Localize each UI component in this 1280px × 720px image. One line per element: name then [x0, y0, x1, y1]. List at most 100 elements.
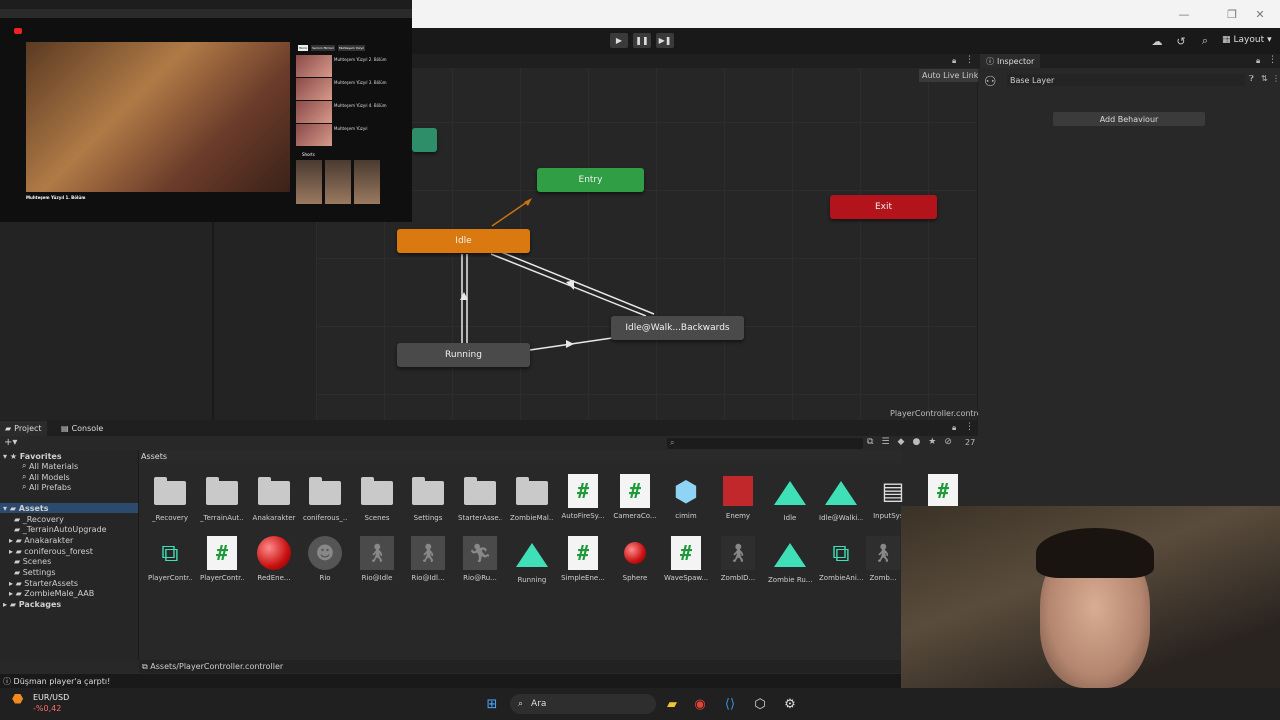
video-thumbnail[interactable]	[296, 124, 332, 146]
layer-name-field[interactable]: Base Layer	[1007, 74, 1245, 86]
tree-item[interactable]: ▸ ▰ coniferous_forest	[9, 546, 93, 556]
asset-item[interactable]: Anakarakter	[252, 476, 296, 522]
short-thumbnail[interactable]	[354, 160, 380, 204]
tree-item[interactable]: ▸ ▰ StarterAssets	[9, 578, 78, 588]
taskbar-search[interactable]: ⌕ Ara	[510, 694, 656, 714]
asset-item[interactable]: # AutoFireSy...	[561, 474, 605, 520]
assets-breadcrumb[interactable]: Assets	[139, 450, 901, 463]
help-icon[interactable]: ❓︎	[1249, 74, 1254, 84]
more-menu-icon[interactable]: ⋮	[965, 422, 974, 432]
history-icon[interactable]: ↺	[1172, 33, 1190, 49]
short-thumbnail[interactable]	[296, 160, 322, 204]
video-thumbnail[interactable]	[296, 101, 332, 123]
windows-start-icon[interactable]: ⊞	[482, 694, 502, 714]
tree-item[interactable]: ⌕ All Materials	[22, 461, 78, 471]
asset-item[interactable]: Running	[510, 538, 554, 584]
project-search-input[interactable]: ⌕	[667, 438, 863, 449]
panel-divider[interactable]	[212, 222, 214, 420]
asset-item[interactable]: Scenes	[355, 476, 399, 522]
video-player[interactable]	[26, 42, 290, 192]
asset-item[interactable]: RedEne...	[252, 536, 296, 582]
cloud-icon[interactable]: ☁	[1148, 33, 1166, 49]
tree-item[interactable]: ⌕ All Models	[22, 472, 70, 482]
video-item-title[interactable]: Muhteşem Yüzyıl 3. Bölüm	[334, 80, 387, 85]
add-behaviour-button[interactable]: Add Behaviour	[1053, 112, 1205, 126]
video-item-title[interactable]: Muhteşem Yüzyıl	[334, 126, 367, 131]
close-button[interactable]: ✕	[1240, 0, 1280, 28]
tree-item[interactable]: ▰ Settings	[14, 567, 56, 577]
tree-favorites[interactable]: ▾ ★ Favorites	[3, 451, 62, 461]
tree-item[interactable]: ▰ _Recovery	[14, 514, 64, 524]
asset-item[interactable]: ☻ Rio	[303, 536, 347, 582]
asset-item[interactable]: 🚶︎ Rio@Idle	[355, 536, 399, 582]
browser-tabs[interactable]	[0, 0, 412, 9]
play-button[interactable]: ▶	[610, 33, 628, 48]
asset-item[interactable]: 🏃︎ Rio@Ru...	[458, 536, 502, 582]
asset-item[interactable]: ⬢ cimim	[664, 474, 708, 521]
video-thumbnail[interactable]	[296, 55, 332, 77]
asset-item[interactable]: 🚶︎ Zomb...	[866, 536, 900, 582]
asset-item[interactable]: 🚶︎ ZombID...	[716, 536, 760, 582]
tree-assets[interactable]: ▾ ▰ Assets	[0, 503, 138, 513]
unity-icon[interactable]: ⚙	[780, 694, 800, 714]
asset-item[interactable]: ZombieMal...	[510, 476, 554, 522]
asset-item[interactable]: Settings	[406, 476, 450, 522]
search-icon[interactable]: ⌕	[1196, 33, 1214, 49]
asset-item[interactable]: ⧉ PlayerContr...	[148, 536, 192, 582]
short-thumbnail[interactable]	[325, 160, 351, 204]
layout-dropdown[interactable]: ▦ Layout ▾	[1222, 35, 1272, 45]
state-exit[interactable]: Exit	[830, 195, 937, 219]
browser-address-bar[interactable]	[0, 9, 412, 18]
state-node-teal[interactable]	[412, 128, 437, 152]
pause-button[interactable]: ❚❚	[633, 33, 651, 48]
file-explorer-icon[interactable]: ▰	[662, 694, 682, 714]
asset-item[interactable]: # WaveSpaw...	[664, 536, 708, 582]
state-idle[interactable]: Idle	[397, 229, 530, 253]
filter-icon[interactable]: ☰	[881, 437, 889, 447]
more-menu-icon[interactable]: ⋮	[1268, 55, 1277, 65]
tab-inspector[interactable]: ⓘ Inspector	[980, 54, 1041, 68]
chip[interactable]: Serinin filmleri	[311, 45, 335, 51]
label-icon[interactable]: ◆	[898, 437, 905, 447]
asset-item[interactable]: Idle@Walki...	[819, 476, 863, 522]
tree-item[interactable]: ▸ ▰ Anakarakter	[9, 535, 73, 545]
asset-item[interactable]: Zombie Ru...	[768, 538, 812, 584]
search-by-type-icon[interactable]: ⧉	[867, 437, 873, 447]
ticker-name[interactable]: EUR/USD	[33, 693, 69, 702]
video-thumbnail[interactable]	[296, 78, 332, 100]
minimize-button[interactable]: —	[1164, 0, 1204, 28]
asset-item[interactable]: 🚶︎ Rio@Idl...	[406, 536, 450, 582]
asset-item[interactable]: Sphere	[613, 536, 657, 582]
state-running[interactable]: Running	[397, 343, 530, 367]
asset-item[interactable]: ⧉ ZombieAni...	[819, 536, 863, 582]
panel-divider[interactable]	[138, 450, 139, 660]
vscode-icon[interactable]: ⟨⟩	[720, 694, 740, 714]
asset-item[interactable]: _TerrainAut...	[200, 476, 244, 522]
tree-item[interactable]: ⌕ All Prefabs	[22, 482, 71, 492]
asset-item[interactable]: Idle	[768, 476, 812, 522]
asset-item[interactable]: # CameraCo...	[613, 474, 657, 520]
preset-icon[interactable]: ⇅	[1261, 74, 1268, 83]
tab-project[interactable]: ▰ Project	[0, 421, 47, 436]
step-button[interactable]: ▶❚	[656, 33, 674, 48]
unity-hub-icon[interactable]: ⬡	[750, 694, 770, 714]
asset-item[interactable]: coniferous_...	[303, 476, 347, 522]
favorite-icon[interactable]: ★	[928, 437, 936, 447]
lock-icon[interactable]: 🔒︎	[1256, 56, 1260, 66]
tree-item[interactable]: ▸ ▰ ZombieMale_AAB	[9, 588, 94, 598]
video-item-title[interactable]: Muhteşem Yüzyıl 4. Bölüm	[334, 103, 387, 108]
tree-item[interactable]: ▰ Scenes	[14, 556, 51, 566]
chip[interactable]: Muhteşem Yüzyıl	[337, 45, 366, 51]
asset-item[interactable]: _Recovery	[148, 476, 192, 522]
asset-item[interactable]: StarterAsse...	[458, 476, 502, 522]
state-walk-backwards[interactable]: Idle@Walk...Backwards	[611, 316, 744, 340]
video-item-title[interactable]: Muhteşem Yüzyıl 2. Bölüm	[334, 57, 387, 62]
asset-item[interactable]: #	[928, 474, 958, 508]
chip[interactable]: Tümü	[298, 45, 309, 51]
asset-item[interactable]: Enemy	[716, 474, 760, 520]
tab-console[interactable]: ▤ Console	[56, 421, 108, 436]
lock-icon[interactable]: 🔒︎	[952, 423, 956, 433]
tree-packages[interactable]: ▸ ▰ Packages	[3, 599, 61, 609]
visibility-icon[interactable]: ●	[912, 437, 920, 447]
chrome-icon[interactable]: ◉	[690, 694, 710, 714]
